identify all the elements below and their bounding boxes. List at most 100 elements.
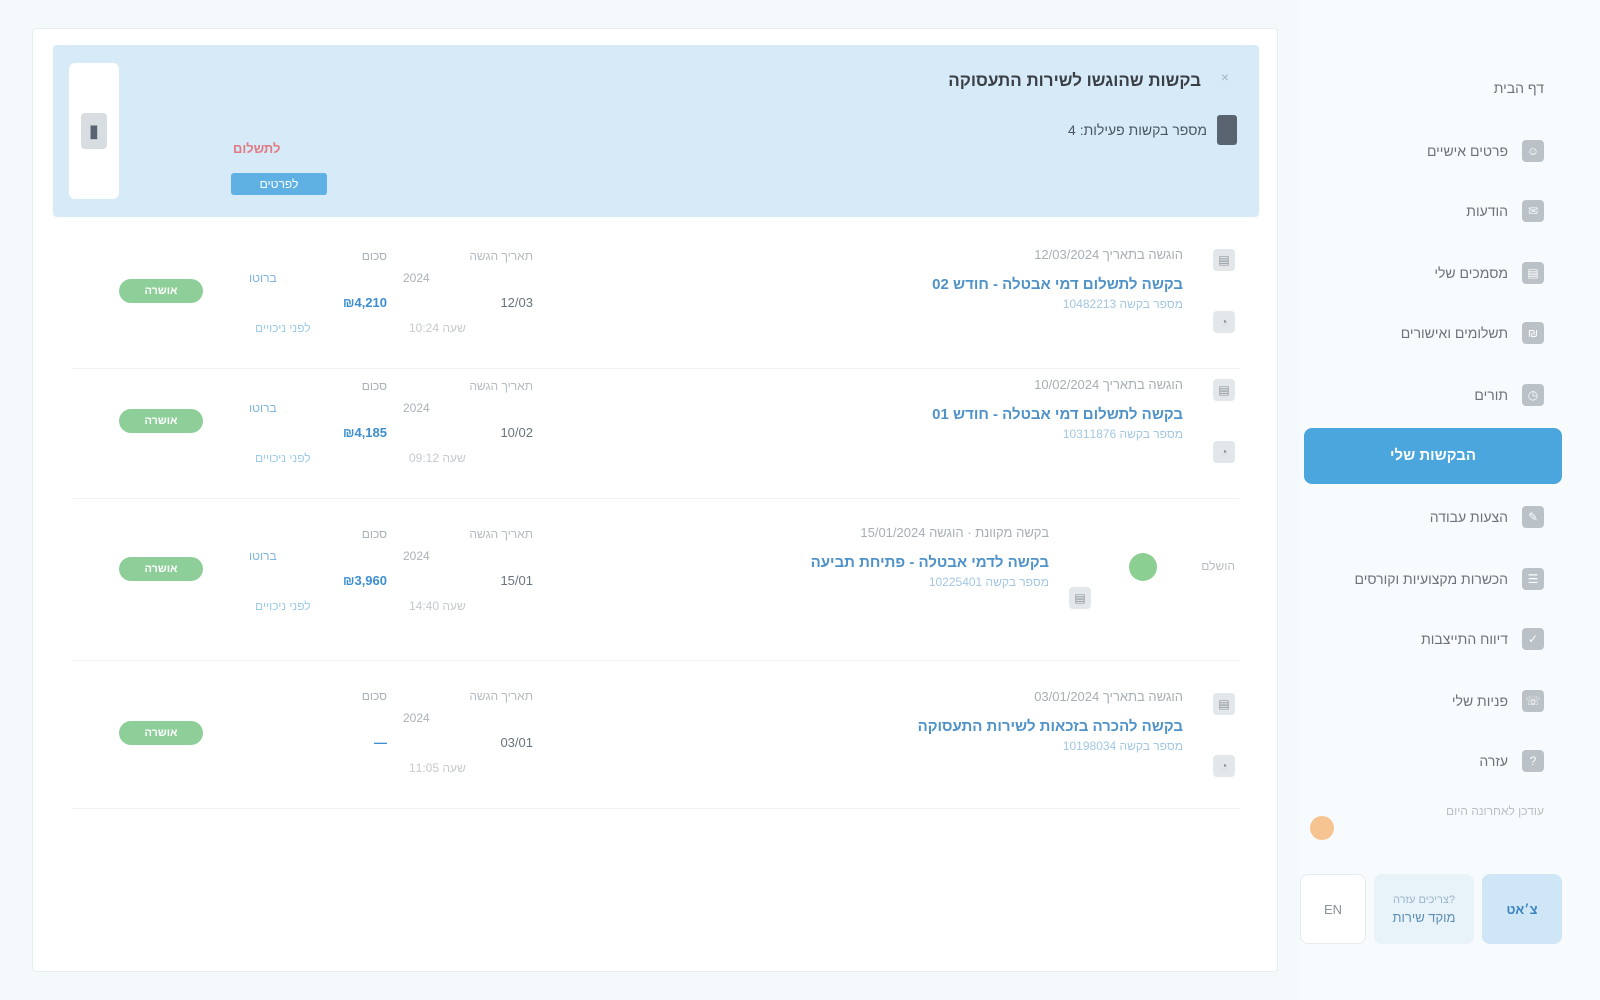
- status-badge: אושרה: [119, 721, 203, 745]
- sidebar-item-my-requests[interactable]: הבקשות שלי: [1304, 428, 1562, 484]
- document-icon: ▮: [81, 113, 107, 149]
- date-year: 2024: [403, 271, 430, 285]
- language-button[interactable]: EN: [1300, 874, 1366, 944]
- sidebar-item-appointments[interactable]: ◷ תורים: [1474, 384, 1544, 406]
- requests-list: אושרה סכום ₪4,210 ברוטו לפני ניכויים תאר…: [73, 239, 1239, 809]
- amount-note: לפני ניכויים: [255, 321, 311, 335]
- sidebar-item-label: תשלומים ואישורים: [1400, 325, 1508, 341]
- date-value: 15/01: [500, 573, 533, 588]
- sidebar-item-label: פרטים אישיים: [1426, 143, 1508, 159]
- clock-icon: ◔: [1213, 755, 1235, 777]
- sidebar-item-payments[interactable]: ₪ תשלומים ואישורים: [1401, 322, 1544, 344]
- request-title-link[interactable]: בקשה לתשלום דמי אבטלה - חודש 02: [932, 276, 1183, 293]
- request-description: הוגשה בתאריך 10/02/2024 בקשה לתשלום דמי …: [932, 377, 1183, 441]
- amount-label: סכום: [361, 689, 387, 703]
- date-column: תאריך הגשה 15/01 2024 שעה 14:40: [403, 527, 533, 627]
- request-row[interactable]: אושרה סכום ₪4,185 ברוטו לפני ניכויים תאר…: [73, 369, 1239, 499]
- date-label: תאריך הגשה: [469, 249, 533, 263]
- briefcase-icon: ✎: [1522, 506, 1544, 528]
- request-description: הוגשה בתאריך 03/01/2024 בקשה להכרה בזכאו…: [918, 689, 1183, 753]
- request-title-link[interactable]: בקשה להכרה בזכאות לשירות התעסוקה: [918, 718, 1183, 735]
- request-title-link[interactable]: בקשה לדמי אבטלה - פתיחת תביעה: [811, 554, 1049, 571]
- app-window: ▮ לתשלום לפרטים × בקשות שהוגשו לשירות הת…: [0, 0, 1600, 1000]
- request-meta: בקשה מקוונת · הוגשה 15/01/2024: [860, 525, 1049, 540]
- language-label: EN: [1323, 901, 1343, 917]
- mail-icon: ✉: [1522, 200, 1544, 222]
- request-title-link[interactable]: בקשה לתשלום דמי אבטלה - חודש 01: [932, 406, 1183, 423]
- close-icon[interactable]: ×: [1217, 69, 1233, 85]
- sidebar-item-label: הודעות: [1466, 203, 1508, 219]
- date-time: שעה 10:24: [409, 321, 466, 335]
- request-meta: הוגשה בתאריך 03/01/2024: [1034, 689, 1183, 704]
- chat-label: צ׳אט: [1506, 901, 1538, 917]
- amount-note: לפני ניכויים: [255, 451, 311, 465]
- sidebar-item-reporting[interactable]: ✓ דיווח התייצבות: [1421, 628, 1544, 650]
- request-meta: הוגשה בתאריך 12/03/2024: [1034, 247, 1183, 262]
- date-value: 10/02: [500, 425, 533, 440]
- date-label: תאריך הגשה: [469, 689, 533, 703]
- request-row[interactable]: אושרה סכום ₪3,960 ברוטו לפני ניכויים תאר…: [73, 499, 1239, 661]
- date-year: 2024: [403, 711, 430, 725]
- sidebar-item-label: מסמכים שלי: [1434, 265, 1508, 281]
- date-column: תאריך הגשה 10/02 2024 שעה 09:12: [403, 379, 533, 479]
- sidebar-item-label: דיווח התייצבות: [1421, 631, 1508, 647]
- completed-label: הושלם: [1201, 559, 1235, 573]
- checklist-icon: ✓: [1522, 628, 1544, 650]
- amount-value: ₪4,210: [342, 295, 387, 310]
- main-content: ▮ לתשלום לפרטים × בקשות שהוגשו לשירות הת…: [32, 28, 1278, 972]
- request-description: בקשה מקוונת · הוגשה 15/01/2024 בקשה לדמי…: [811, 525, 1049, 589]
- help-icon: ?: [1522, 750, 1544, 772]
- date-label: תאריך הגשה: [469, 527, 533, 541]
- sidebar-item-inquiries[interactable]: ☏ פניות שלי: [1452, 690, 1544, 712]
- sidebar-item-personal[interactable]: ☺ פרטים אישיים: [1427, 140, 1544, 162]
- summary-side-rail: ▮: [69, 63, 119, 199]
- amount-column: סכום —: [249, 689, 387, 789]
- help-center-button[interactable]: צריכים עזרה? מוקד שירות: [1374, 874, 1474, 944]
- amount-note: לפני ניכויים: [255, 599, 311, 613]
- user-icon: ☺: [1522, 140, 1544, 162]
- date-time: שעה 09:12: [409, 451, 466, 465]
- request-row[interactable]: אושרה סכום ₪4,210 ברוטו לפני ניכויים תאר…: [73, 239, 1239, 369]
- date-value: 03/01: [500, 735, 533, 750]
- document-icon: ▤: [1069, 587, 1091, 609]
- request-row[interactable]: אושרה סכום — תאריך הגשה 03/01 2024 שעה 1…: [73, 661, 1239, 809]
- amount-column: סכום ₪3,960 ברוטו לפני ניכויים: [249, 527, 387, 627]
- sidebar-nav: דף הבית ☺ פרטים אישיים ✉ הודעות ▤ מסמכים…: [1300, 0, 1600, 1000]
- amount-value: ₪3,960: [342, 573, 387, 588]
- notification-icon[interactable]: [1310, 816, 1334, 840]
- sidebar-item-jobs[interactable]: ✎ הצעות עבודה: [1430, 506, 1544, 528]
- request-meta: הוגשה בתאריך 10/02/2024: [1034, 377, 1183, 392]
- calendar-icon: ◷: [1522, 384, 1544, 406]
- date-column: תאריך הגשה 12/03 2024 שעה 10:24: [403, 249, 533, 349]
- help-label: מוקד שירות: [1392, 909, 1456, 925]
- clock-icon: ◔: [1213, 441, 1235, 463]
- due-label: לתשלום: [233, 141, 281, 156]
- request-reference: מספר בקשה 10482213: [1062, 297, 1183, 311]
- amount-column: סכום ₪4,185 ברוטו לפני ניכויים: [249, 379, 387, 479]
- sidebar-item-help[interactable]: ? עזרה: [1479, 750, 1544, 772]
- status-badge: אושרה: [119, 557, 203, 581]
- sidebar-item-documents[interactable]: ▤ מסמכים שלי: [1434, 262, 1544, 284]
- wallet-icon: ₪: [1522, 322, 1544, 344]
- chat-button[interactable]: צ׳אט: [1482, 874, 1562, 944]
- sidebar-item-home[interactable]: דף הבית: [1494, 80, 1544, 96]
- sidebar-item-label: הכשרות מקצועיות וקורסים: [1354, 571, 1508, 587]
- help-caption: צריכים עזרה?: [1392, 893, 1456, 906]
- request-reference: מספר בקשה 10225401: [928, 575, 1049, 589]
- status-badge: אושרה: [119, 409, 203, 433]
- sidebar-item-label: דף הבית: [1493, 80, 1544, 96]
- amount-label: סכום: [361, 527, 387, 541]
- request-reference: מספר בקשה 10198034: [1062, 739, 1183, 753]
- requests-summary-card: ▮ לתשלום לפרטים × בקשות שהוגשו לשירות הת…: [53, 45, 1259, 217]
- amount-sub: ברוטו: [249, 401, 277, 415]
- amount-column: סכום ₪4,210 ברוטו לפני ניכויים: [249, 249, 387, 349]
- amount-label: סכום: [361, 249, 387, 263]
- clock-icon: ◔: [1213, 311, 1235, 333]
- date-column: תאריך הגשה 03/01 2024 שעה 11:05: [403, 689, 533, 789]
- details-link[interactable]: לפרטים: [231, 173, 327, 195]
- status-badge: אושרה: [119, 279, 203, 303]
- sidebar-footer: EN צריכים עזרה? מוקד שירות צ׳אט: [1300, 874, 1562, 944]
- sidebar-item-training[interactable]: ☰ הכשרות מקצועיות וקורסים: [1355, 568, 1544, 590]
- sidebar-item-messages[interactable]: ✉ הודעות: [1466, 200, 1544, 222]
- sidebar-item-label: עזרה: [1479, 753, 1508, 769]
